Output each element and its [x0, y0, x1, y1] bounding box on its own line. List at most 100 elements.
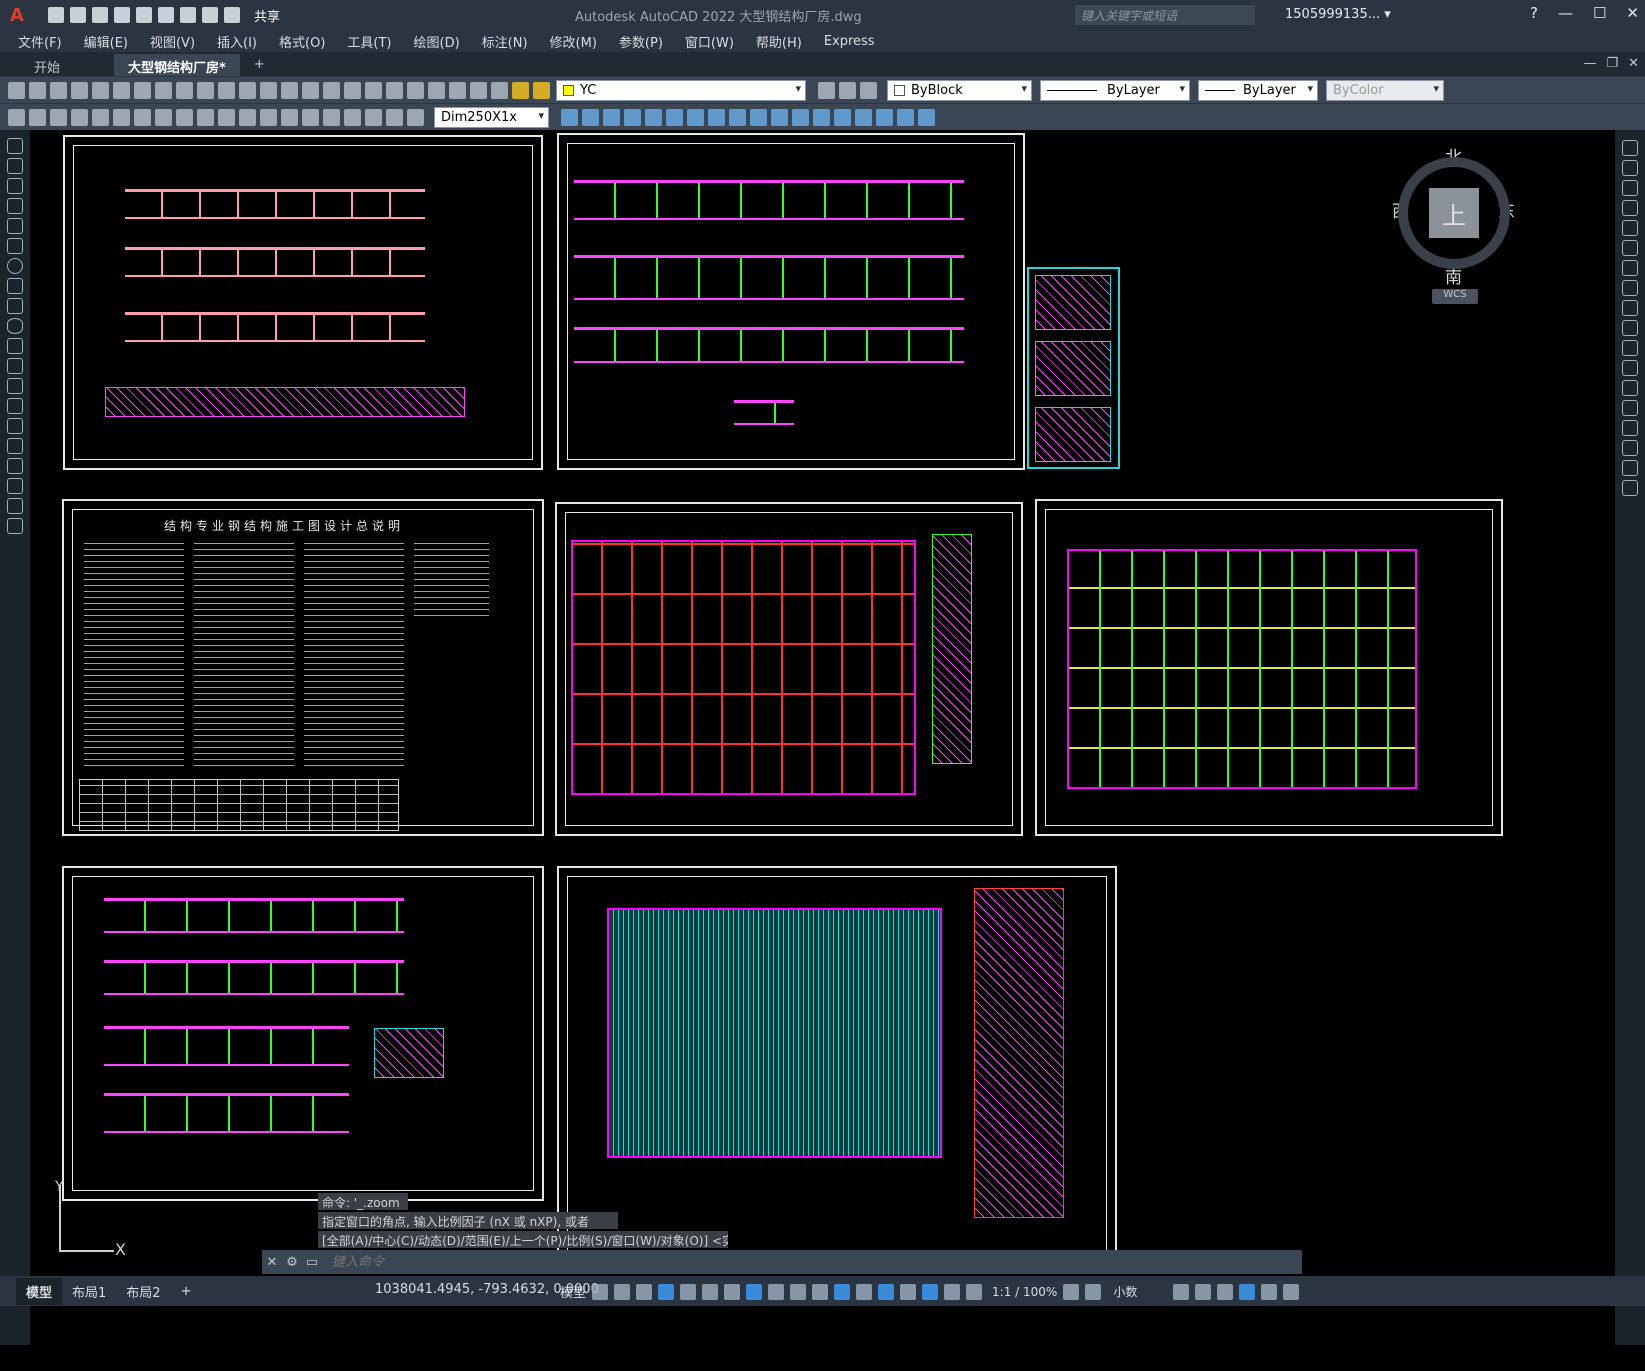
rectangle-icon[interactable] [7, 218, 23, 234]
ucs-previous-icon[interactable] [813, 108, 830, 126]
offset-icon[interactable] [1622, 200, 1638, 216]
maximize-icon[interactable]: ☐ [1593, 4, 1606, 22]
units-readout[interactable]: 小数 [1113, 1283, 1137, 1300]
copy-object-icon[interactable] [1622, 160, 1638, 176]
doc-restore-icon[interactable]: ❐ [1606, 56, 1618, 71]
open-icon[interactable] [29, 81, 46, 99]
layer-on-icon[interactable] [512, 81, 529, 99]
stretch-icon[interactable] [1622, 300, 1638, 316]
transparency-icon[interactable] [790, 1283, 807, 1300]
plot-icon[interactable] [180, 7, 196, 23]
view-back-icon[interactable] [582, 108, 599, 126]
break-at-point-icon[interactable] [1622, 360, 1638, 376]
dim-text-edit-icon[interactable] [386, 108, 403, 126]
zoom-previous-icon[interactable] [323, 81, 340, 99]
gizmo-icon[interactable] [900, 1283, 917, 1300]
redo-icon[interactable] [224, 7, 240, 23]
publish-icon[interactable] [113, 81, 130, 99]
3d-osnap-icon[interactable] [834, 1283, 851, 1300]
chamfer-icon[interactable] [1622, 420, 1638, 436]
close-command-icon[interactable]: ✕ [262, 1255, 282, 1270]
jogged-linear-icon[interactable] [344, 108, 361, 126]
rotate-icon[interactable] [1622, 260, 1638, 276]
sheet-set-icon[interactable] [407, 81, 424, 99]
insert-block-icon[interactable] [7, 358, 23, 374]
isodraft-icon[interactable] [702, 1283, 719, 1300]
menu-help[interactable]: 帮助(H) [756, 32, 802, 51]
menu-format[interactable]: 格式(O) [279, 32, 325, 51]
sheet-node-details[interactable] [1027, 267, 1120, 469]
continue-dim-icon[interactable] [218, 108, 235, 126]
layer-state-icon[interactable] [860, 81, 877, 99]
dynamic-ucs-icon[interactable] [856, 1283, 873, 1300]
mtext-icon[interactable] [7, 498, 23, 514]
undo-icon[interactable] [218, 81, 235, 99]
ucs-origin-icon[interactable] [834, 108, 851, 126]
lineweight-icon[interactable] [768, 1283, 785, 1300]
search-input[interactable]: 键入关键字或短语 [1075, 5, 1255, 25]
new-file-icon[interactable] [48, 7, 64, 23]
explode-icon[interactable] [1622, 480, 1638, 496]
selection-filter-icon[interactable] [878, 1283, 895, 1300]
break-icon[interactable] [1622, 380, 1638, 396]
redo-icon[interactable] [239, 81, 256, 99]
revision-cloud-icon[interactable] [7, 278, 23, 294]
annotation-monitor-icon[interactable] [1085, 1283, 1102, 1300]
layer-freeze-icon[interactable] [533, 81, 550, 99]
dim-edit-icon[interactable] [365, 108, 382, 126]
trim-icon[interactable] [1622, 320, 1638, 336]
undo-icon[interactable] [202, 7, 218, 23]
polar-icon[interactable] [680, 1283, 697, 1300]
nw-iso-icon[interactable] [750, 108, 767, 126]
preview-icon[interactable] [92, 81, 109, 99]
markup-icon[interactable] [428, 81, 445, 99]
dim-update-icon[interactable] [407, 108, 424, 126]
model-space-button[interactable]: 模型 [560, 1282, 586, 1301]
dim-space-icon[interactable] [239, 108, 256, 126]
dimstyle-dropdown[interactable]: Dim250X1x [434, 106, 549, 128]
table-icon[interactable] [7, 478, 23, 494]
web-open-icon[interactable] [136, 7, 152, 23]
inspection-icon[interactable] [323, 108, 340, 126]
customization-icon[interactable] [1283, 1283, 1300, 1300]
line-icon[interactable] [7, 138, 23, 154]
gradient-icon[interactable] [7, 438, 23, 454]
jogged-dim-icon[interactable] [113, 108, 130, 126]
join-icon[interactable] [1622, 400, 1638, 416]
scale-readout[interactable]: 1:1 / 100% [992, 1285, 1057, 1299]
help-icon[interactable]: ? [1530, 4, 1538, 22]
annotation-scale-icon[interactable] [966, 1283, 983, 1300]
menu-edit[interactable]: 编辑(E) [84, 32, 128, 51]
menu-view[interactable]: 视图(V) [150, 32, 195, 51]
tolerance-icon[interactable] [281, 108, 298, 126]
ucs-view-icon[interactable] [876, 108, 893, 126]
add-selected-icon[interactable] [7, 518, 23, 534]
menu-express[interactable]: Express [824, 34, 875, 49]
view-bottom-icon[interactable] [666, 108, 683, 126]
infer-constraints-icon[interactable] [636, 1283, 653, 1300]
recent-commands-icon[interactable]: ▭ [302, 1255, 322, 1270]
menu-file[interactable]: 文件(F) [18, 32, 62, 51]
tab-start[interactable]: 开始 [20, 54, 74, 76]
lock-ui-icon[interactable] [1195, 1283, 1212, 1300]
snap-icon[interactable] [614, 1283, 631, 1300]
object-snap-tracking-icon[interactable] [724, 1283, 741, 1300]
quick-properties-icon[interactable] [1173, 1283, 1190, 1300]
menu-insert[interactable]: 插入(I) [217, 32, 257, 51]
sheet-purlin-plan[interactable] [557, 866, 1117, 1266]
polygon-icon[interactable] [7, 198, 23, 214]
sheet-elevations-1[interactable] [63, 135, 543, 470]
menu-tools[interactable]: 工具(T) [347, 32, 391, 51]
sheet-roof-bracing-plan[interactable] [1035, 499, 1503, 836]
move-icon[interactable] [1622, 240, 1638, 256]
layer-previous-icon[interactable] [839, 81, 856, 99]
scale-icon[interactable] [1622, 280, 1638, 296]
quick-dim-icon[interactable] [176, 108, 193, 126]
doc-close-icon[interactable]: ✕ [1628, 56, 1639, 71]
help-icon[interactable] [470, 81, 487, 99]
print-icon[interactable] [71, 81, 88, 99]
menu-modify[interactable]: 修改(M) [550, 32, 597, 51]
object-snap-icon[interactable] [746, 1283, 763, 1300]
baseline-dim-icon[interactable] [197, 108, 214, 126]
sw-iso-icon[interactable] [687, 108, 704, 126]
